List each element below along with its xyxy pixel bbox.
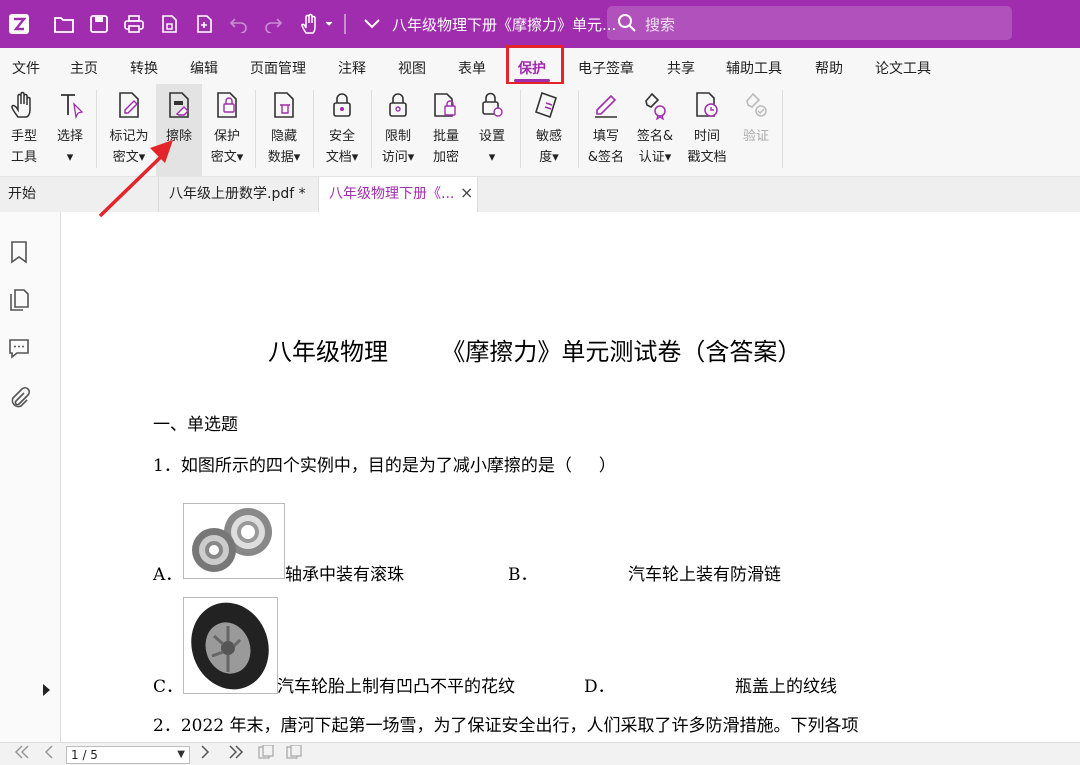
page-number-text: 1 / 5	[71, 748, 98, 762]
last-page-icon[interactable]	[228, 745, 244, 763]
first-page-icon[interactable]	[14, 745, 30, 763]
page-view-alt-icon[interactable]	[285, 744, 303, 763]
previous-page-icon[interactable]	[44, 745, 54, 763]
status-bar: 1 / 5 ▼	[0, 742, 1080, 765]
page-dropdown-icon[interactable]: ▼	[177, 747, 185, 763]
next-page-icon[interactable]	[200, 745, 210, 763]
red-arrow-annotation	[98, 140, 173, 218]
page-view-icon[interactable]	[257, 744, 275, 763]
page-number-field[interactable]: 1 / 5 ▼	[66, 746, 190, 764]
